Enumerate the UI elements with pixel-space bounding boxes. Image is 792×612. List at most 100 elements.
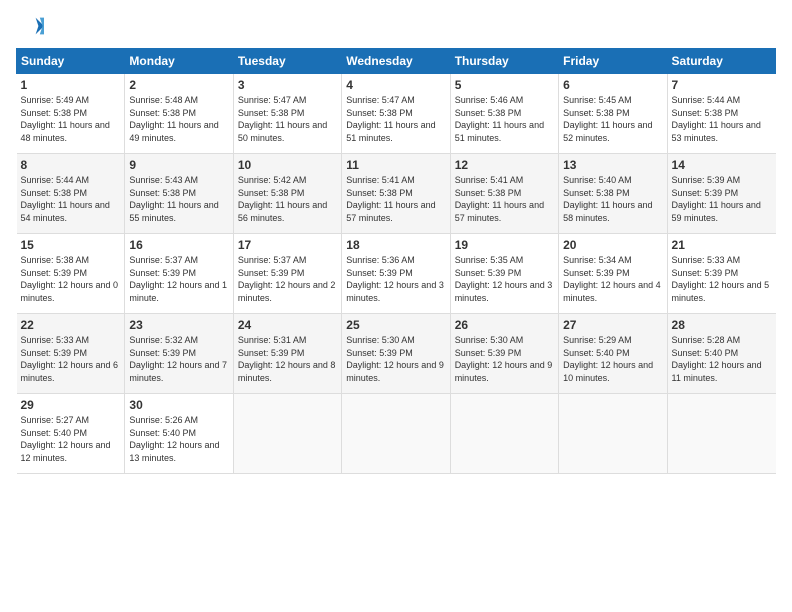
weekday-header-tuesday: Tuesday: [233, 49, 341, 74]
day-info: Sunrise: 5:36 AM Sunset: 5:39 PM Dayligh…: [346, 254, 445, 304]
day-number: 28: [672, 318, 772, 332]
day-number: 15: [21, 238, 121, 252]
day-number: 7: [672, 78, 772, 92]
day-cell: 14 Sunrise: 5:39 AM Sunset: 5:39 PM Dayl…: [667, 154, 775, 234]
day-number: 14: [672, 158, 772, 172]
day-info: Sunrise: 5:41 AM Sunset: 5:38 PM Dayligh…: [455, 174, 554, 224]
day-number: 1: [21, 78, 121, 92]
weekday-header-sunday: Sunday: [17, 49, 125, 74]
day-info: Sunrise: 5:40 AM Sunset: 5:38 PM Dayligh…: [563, 174, 662, 224]
day-info: Sunrise: 5:39 AM Sunset: 5:39 PM Dayligh…: [672, 174, 772, 224]
day-number: 12: [455, 158, 554, 172]
week-row-1: 1 Sunrise: 5:49 AM Sunset: 5:38 PM Dayli…: [17, 74, 776, 154]
day-cell: 4 Sunrise: 5:47 AM Sunset: 5:38 PM Dayli…: [342, 74, 450, 154]
day-info: Sunrise: 5:28 AM Sunset: 5:40 PM Dayligh…: [672, 334, 772, 384]
page: SundayMondayTuesdayWednesdayThursdayFrid…: [0, 0, 792, 612]
day-cell: [450, 394, 558, 474]
day-cell: 20 Sunrise: 5:34 AM Sunset: 5:39 PM Dayl…: [559, 234, 667, 314]
day-cell: 12 Sunrise: 5:41 AM Sunset: 5:38 PM Dayl…: [450, 154, 558, 234]
day-info: Sunrise: 5:32 AM Sunset: 5:39 PM Dayligh…: [129, 334, 228, 384]
day-number: 30: [129, 398, 228, 412]
day-number: 11: [346, 158, 445, 172]
day-number: 22: [21, 318, 121, 332]
day-cell: 1 Sunrise: 5:49 AM Sunset: 5:38 PM Dayli…: [17, 74, 125, 154]
day-info: Sunrise: 5:42 AM Sunset: 5:38 PM Dayligh…: [238, 174, 337, 224]
day-info: Sunrise: 5:33 AM Sunset: 5:39 PM Dayligh…: [672, 254, 772, 304]
week-row-4: 22 Sunrise: 5:33 AM Sunset: 5:39 PM Dayl…: [17, 314, 776, 394]
day-number: 24: [238, 318, 337, 332]
day-cell: 25 Sunrise: 5:30 AM Sunset: 5:39 PM Dayl…: [342, 314, 450, 394]
logo-icon: [16, 12, 44, 40]
day-number: 25: [346, 318, 445, 332]
day-cell: 2 Sunrise: 5:48 AM Sunset: 5:38 PM Dayli…: [125, 74, 233, 154]
day-info: Sunrise: 5:44 AM Sunset: 5:38 PM Dayligh…: [21, 174, 121, 224]
day-number: 6: [563, 78, 662, 92]
day-info: Sunrise: 5:35 AM Sunset: 5:39 PM Dayligh…: [455, 254, 554, 304]
week-row-5: 29 Sunrise: 5:27 AM Sunset: 5:40 PM Dayl…: [17, 394, 776, 474]
week-row-3: 15 Sunrise: 5:38 AM Sunset: 5:39 PM Dayl…: [17, 234, 776, 314]
day-cell: 29 Sunrise: 5:27 AM Sunset: 5:40 PM Dayl…: [17, 394, 125, 474]
day-cell: 18 Sunrise: 5:36 AM Sunset: 5:39 PM Dayl…: [342, 234, 450, 314]
day-info: Sunrise: 5:41 AM Sunset: 5:38 PM Dayligh…: [346, 174, 445, 224]
week-row-2: 8 Sunrise: 5:44 AM Sunset: 5:38 PM Dayli…: [17, 154, 776, 234]
day-cell: 10 Sunrise: 5:42 AM Sunset: 5:38 PM Dayl…: [233, 154, 341, 234]
day-info: Sunrise: 5:33 AM Sunset: 5:39 PM Dayligh…: [21, 334, 121, 384]
day-cell: 15 Sunrise: 5:38 AM Sunset: 5:39 PM Dayl…: [17, 234, 125, 314]
day-cell: 28 Sunrise: 5:28 AM Sunset: 5:40 PM Dayl…: [667, 314, 775, 394]
day-cell: 23 Sunrise: 5:32 AM Sunset: 5:39 PM Dayl…: [125, 314, 233, 394]
day-info: Sunrise: 5:31 AM Sunset: 5:39 PM Dayligh…: [238, 334, 337, 384]
day-cell: [667, 394, 775, 474]
day-number: 4: [346, 78, 445, 92]
day-cell: 11 Sunrise: 5:41 AM Sunset: 5:38 PM Dayl…: [342, 154, 450, 234]
day-cell: 7 Sunrise: 5:44 AM Sunset: 5:38 PM Dayli…: [667, 74, 775, 154]
day-info: Sunrise: 5:29 AM Sunset: 5:40 PM Dayligh…: [563, 334, 662, 384]
day-number: 29: [21, 398, 121, 412]
day-info: Sunrise: 5:37 AM Sunset: 5:39 PM Dayligh…: [129, 254, 228, 304]
day-cell: [559, 394, 667, 474]
day-number: 19: [455, 238, 554, 252]
day-cell: [233, 394, 341, 474]
day-info: Sunrise: 5:48 AM Sunset: 5:38 PM Dayligh…: [129, 94, 228, 144]
calendar-header: SundayMondayTuesdayWednesdayThursdayFrid…: [17, 49, 776, 74]
day-cell: 16 Sunrise: 5:37 AM Sunset: 5:39 PM Dayl…: [125, 234, 233, 314]
day-cell: 21 Sunrise: 5:33 AM Sunset: 5:39 PM Dayl…: [667, 234, 775, 314]
day-info: Sunrise: 5:43 AM Sunset: 5:38 PM Dayligh…: [129, 174, 228, 224]
day-info: Sunrise: 5:30 AM Sunset: 5:39 PM Dayligh…: [346, 334, 445, 384]
day-info: Sunrise: 5:45 AM Sunset: 5:38 PM Dayligh…: [563, 94, 662, 144]
day-number: 9: [129, 158, 228, 172]
day-cell: 9 Sunrise: 5:43 AM Sunset: 5:38 PM Dayli…: [125, 154, 233, 234]
day-info: Sunrise: 5:30 AM Sunset: 5:39 PM Dayligh…: [455, 334, 554, 384]
logo: [16, 12, 48, 40]
day-number: 23: [129, 318, 228, 332]
day-info: Sunrise: 5:27 AM Sunset: 5:40 PM Dayligh…: [21, 414, 121, 464]
weekday-header-saturday: Saturday: [667, 49, 775, 74]
day-number: 27: [563, 318, 662, 332]
day-info: Sunrise: 5:37 AM Sunset: 5:39 PM Dayligh…: [238, 254, 337, 304]
day-number: 10: [238, 158, 337, 172]
day-number: 16: [129, 238, 228, 252]
day-info: Sunrise: 5:47 AM Sunset: 5:38 PM Dayligh…: [238, 94, 337, 144]
day-info: Sunrise: 5:26 AM Sunset: 5:40 PM Dayligh…: [129, 414, 228, 464]
day-cell: 13 Sunrise: 5:40 AM Sunset: 5:38 PM Dayl…: [559, 154, 667, 234]
calendar-body: 1 Sunrise: 5:49 AM Sunset: 5:38 PM Dayli…: [17, 74, 776, 474]
day-info: Sunrise: 5:44 AM Sunset: 5:38 PM Dayligh…: [672, 94, 772, 144]
day-cell: 5 Sunrise: 5:46 AM Sunset: 5:38 PM Dayli…: [450, 74, 558, 154]
day-number: 13: [563, 158, 662, 172]
day-cell: [342, 394, 450, 474]
day-cell: 8 Sunrise: 5:44 AM Sunset: 5:38 PM Dayli…: [17, 154, 125, 234]
day-info: Sunrise: 5:49 AM Sunset: 5:38 PM Dayligh…: [21, 94, 121, 144]
day-cell: 30 Sunrise: 5:26 AM Sunset: 5:40 PM Dayl…: [125, 394, 233, 474]
day-cell: 6 Sunrise: 5:45 AM Sunset: 5:38 PM Dayli…: [559, 74, 667, 154]
day-cell: 19 Sunrise: 5:35 AM Sunset: 5:39 PM Dayl…: [450, 234, 558, 314]
weekday-header-wednesday: Wednesday: [342, 49, 450, 74]
day-cell: 26 Sunrise: 5:30 AM Sunset: 5:39 PM Dayl…: [450, 314, 558, 394]
weekday-header-monday: Monday: [125, 49, 233, 74]
day-cell: 3 Sunrise: 5:47 AM Sunset: 5:38 PM Dayli…: [233, 74, 341, 154]
day-cell: 27 Sunrise: 5:29 AM Sunset: 5:40 PM Dayl…: [559, 314, 667, 394]
calendar-table: SundayMondayTuesdayWednesdayThursdayFrid…: [16, 48, 776, 474]
day-cell: 24 Sunrise: 5:31 AM Sunset: 5:39 PM Dayl…: [233, 314, 341, 394]
header: [16, 12, 776, 40]
day-number: 3: [238, 78, 337, 92]
day-number: 18: [346, 238, 445, 252]
day-number: 2: [129, 78, 228, 92]
